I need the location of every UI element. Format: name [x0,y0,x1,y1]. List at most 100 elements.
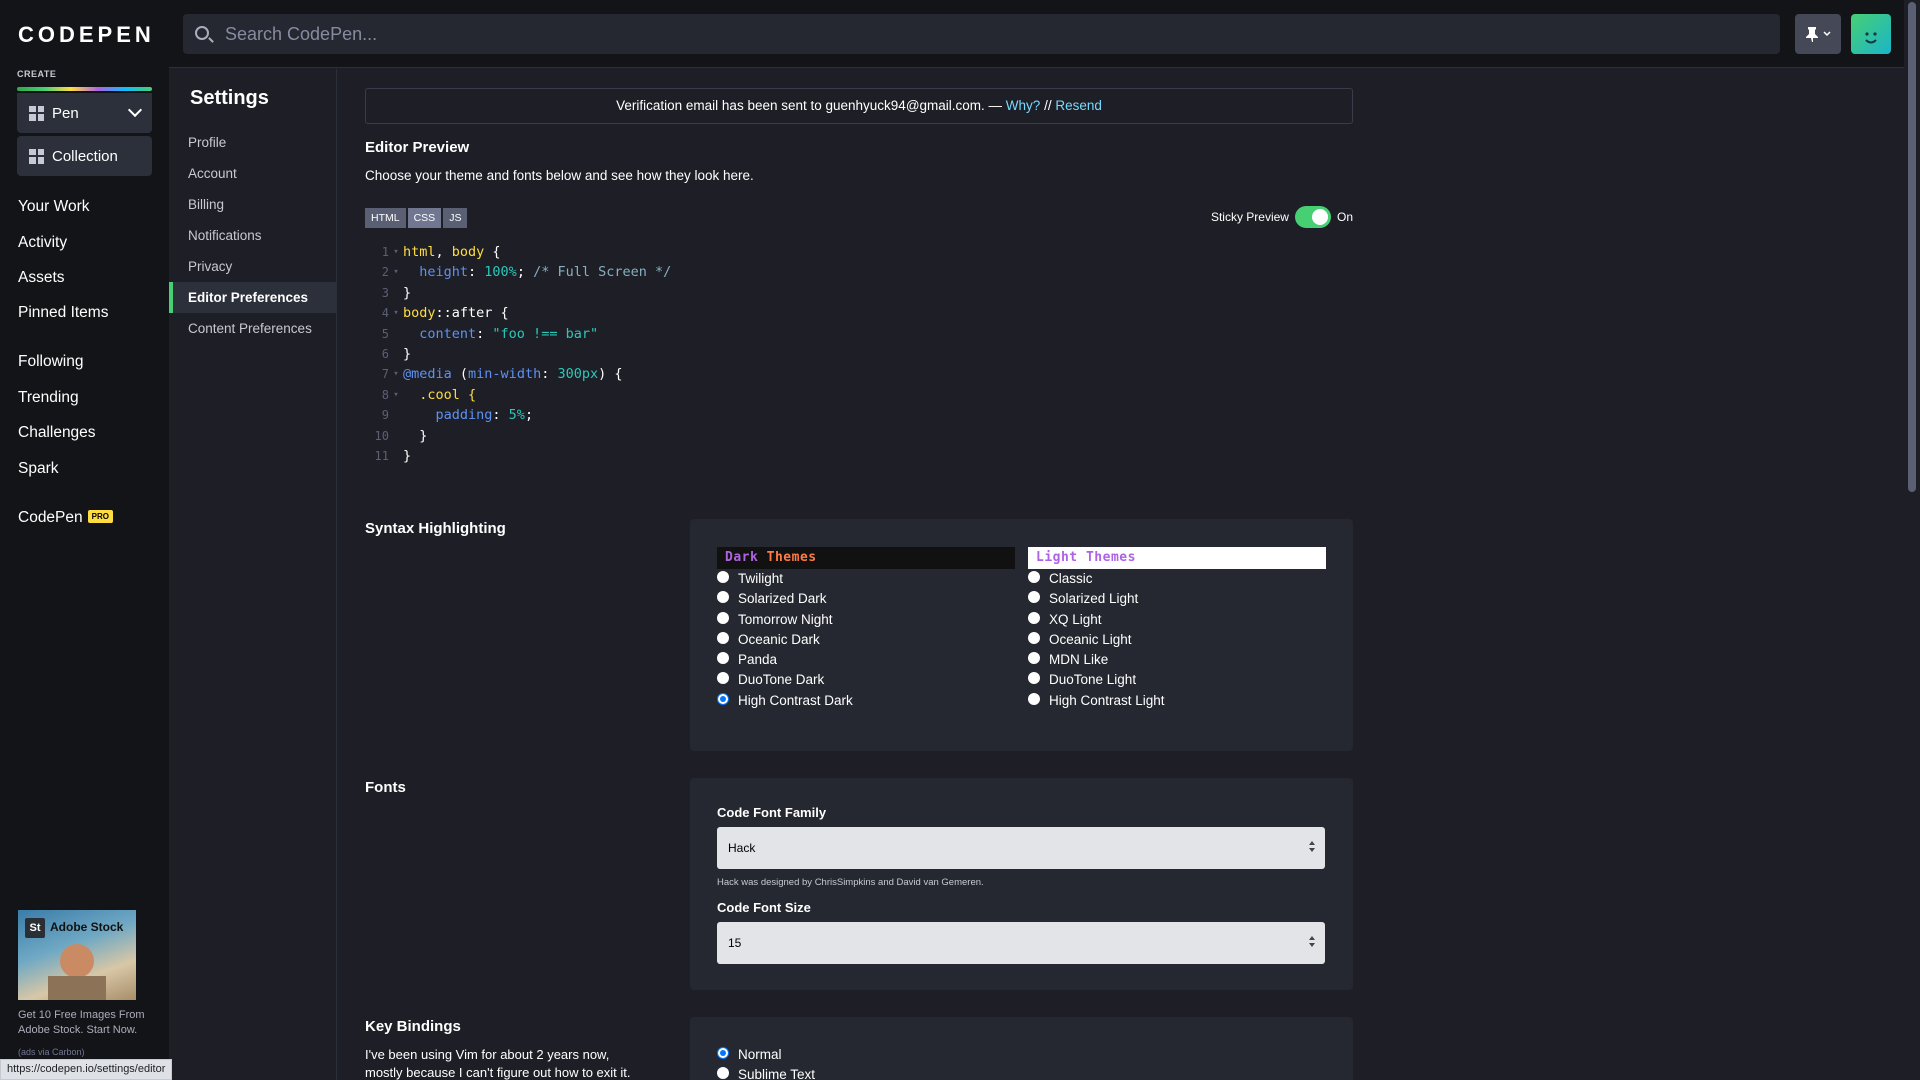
code-token: content [403,325,477,342]
tab-js[interactable]: JS [443,208,468,228]
radio-icon[interactable] [717,652,729,665]
line-number: 5 [381,326,389,341]
pin-icon [1806,27,1818,42]
settings-item-billing[interactable]: Billing [169,189,337,220]
fold-arrow-icon[interactable]: ▾ [389,364,403,384]
nav-challenges[interactable]: Challenges [18,424,96,442]
code-token: ) { [598,366,623,383]
search-input[interactable] [225,23,1780,45]
fold-arrow-icon[interactable]: ▾ [389,242,403,262]
code-token: , [435,244,452,260]
collection-grid-icon [29,148,44,164]
theme-option-oceanic-dark[interactable]: Oceanic Dark [717,630,1015,650]
key-binding-sublime[interactable]: Sublime Text [717,1065,815,1080]
theme-label: Solarized Dark [738,591,827,607]
radio-icon[interactable] [1028,571,1040,583]
radio-icon[interactable] [717,571,729,583]
settings-item-notifications[interactable]: Notifications [169,220,337,251]
nav-activity[interactable]: Activity [18,234,67,252]
fold-arrow-icon[interactable]: ▾ [389,385,403,405]
line-number: 7 [381,367,389,382]
themes-heading-word: Themes [766,550,817,565]
theme-option-solarized-dark[interactable]: Solarized Dark [717,589,1015,609]
code-font-family-hint: Hack was designed by ChrisSimpkins and D… [717,877,984,888]
radio-checked-icon[interactable] [717,692,729,705]
ad-via[interactable]: (ads via Carbon) [18,1047,85,1057]
theme-option-high-contrast-light[interactable]: High Contrast Light [1028,691,1326,711]
editor-preview-title: Editor Preview [365,139,470,156]
radio-icon[interactable] [1028,672,1040,685]
settings-item-editor-preferences[interactable]: Editor Preferences [169,282,337,313]
key-binding-label: Sublime Text [738,1067,816,1080]
theme-option-duotone-dark[interactable]: DuoTone Dark [717,670,1015,690]
settings-item-content-preferences[interactable]: Content Preferences [169,313,337,344]
theme-option-high-contrast-dark[interactable]: High Contrast Dark [717,691,1015,711]
radio-icon[interactable] [717,672,729,685]
create-pen-button[interactable]: Pen [17,93,152,133]
theme-option-xq-light[interactable]: XQ Light [1028,610,1326,630]
theme-option-panda[interactable]: Panda [717,650,1015,670]
page-scrollbar[interactable] [1904,0,1920,1080]
code-font-size-select[interactable]: 15 [717,922,1325,964]
code-line: 10 } [365,426,965,446]
nav-spark[interactable]: Spark [18,460,59,478]
chevron-down-icon[interactable] [127,102,143,118]
radio-checked-icon[interactable] [717,1047,729,1059]
radio-icon[interactable] [1028,692,1040,705]
nav-your-work[interactable]: Your Work [18,198,90,216]
create-rainbow-bar [17,87,152,91]
radio-icon[interactable] [1028,591,1040,604]
radio-icon[interactable] [717,1067,729,1080]
sticky-preview-toggle[interactable] [1294,206,1331,228]
theme-label: Solarized Light [1049,591,1139,607]
theme-option-mdn-like[interactable]: MDN Like [1028,650,1326,670]
code-token: @media [403,366,452,383]
codepen-logo[interactable]: CODEPEN [18,22,155,48]
theme-option-tomorrow-night[interactable]: Tomorrow Night [717,610,1015,630]
code-token: : [541,366,558,383]
resend-link[interactable]: Resend [1055,98,1102,113]
why-link[interactable]: Why? [1006,98,1041,113]
nav-assets[interactable]: Assets [18,269,65,287]
ad-image[interactable]: St Adobe Stock [18,910,136,1000]
theme-option-oceanic-light[interactable]: Oceanic Light [1028,630,1326,650]
code-font-family-select[interactable]: Hack [717,827,1325,869]
nav-trending[interactable]: Trending [18,389,79,407]
key-binding-label: Normal [738,1047,782,1062]
fold-arrow-icon[interactable]: ▾ [389,303,403,323]
theme-option-classic[interactable]: Classic [1028,569,1326,589]
ad-text[interactable]: Get 10 Free Images From Adobe Stock. Sta… [18,1008,148,1038]
code-token: : [492,407,509,424]
tab-css[interactable]: CSS [407,208,442,228]
tab-html[interactable]: HTML [365,208,406,228]
radio-icon[interactable] [1028,652,1040,665]
syntax-panel: Dark Themes Twilight Solarized Dark Tomo… [690,519,1353,751]
radio-icon[interactable] [717,591,729,604]
settings-item-account[interactable]: Account [169,158,337,189]
user-avatar[interactable] [1851,14,1891,54]
radio-icon[interactable] [1028,631,1040,644]
create-collection-button[interactable]: Collection [17,136,152,176]
nav-pinned-items[interactable]: Pinned Items [18,304,108,322]
settings-item-privacy[interactable]: Privacy [169,251,337,282]
theme-option-twilight[interactable]: Twilight [717,569,1015,589]
nav-following[interactable]: Following [18,353,83,371]
settings-item-profile[interactable]: Profile [169,127,337,158]
theme-option-duotone-light[interactable]: DuoTone Light [1028,670,1326,690]
nav-codepen-pro[interactable]: CodePen PRO [18,509,113,527]
radio-icon[interactable] [1028,611,1040,624]
radio-icon[interactable] [717,631,729,644]
pinned-items-button[interactable] [1795,14,1841,54]
fold-arrow-icon[interactable]: ▾ [389,262,403,282]
code-token: 5% [508,407,525,424]
scrollbar-thumb[interactable] [1908,2,1916,492]
code-line: 4 ▾ body::after { [365,303,965,323]
sticky-preview-label: Sticky Preview [1210,210,1289,224]
theme-option-solarized-light[interactable]: Solarized Light [1028,589,1326,609]
radio-icon[interactable] [717,611,729,624]
code-token: html [403,244,436,260]
theme-label: Oceanic Light [1049,631,1132,647]
key-binding-normal[interactable]: Normal [717,1045,815,1065]
